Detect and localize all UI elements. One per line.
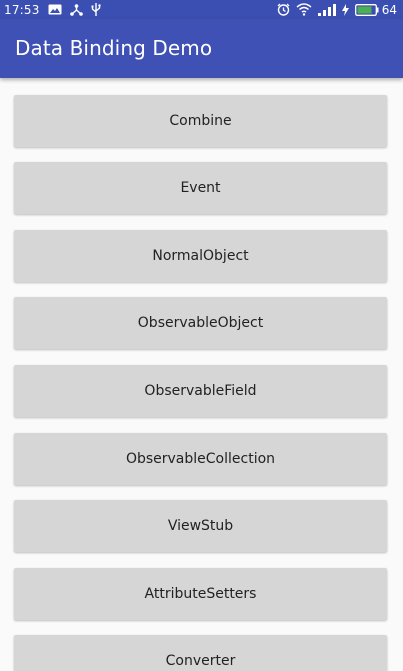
combine-button[interactable]: Combine — [14, 95, 387, 147]
signal-icon — [317, 3, 336, 16]
status-bar: 17:53 64 — [0, 0, 403, 19]
status-right: 64 — [277, 2, 397, 17]
observable-collection-button[interactable]: ObservableCollection — [14, 433, 387, 485]
button-list[interactable]: Combine Event NormalObject ObservableObj… — [0, 78, 403, 671]
alarm-icon — [277, 3, 290, 16]
battery: 64 — [354, 2, 397, 17]
battery-percent: 64 — [381, 2, 397, 17]
view-stub-button[interactable]: ViewStub — [14, 500, 387, 552]
battery-icon — [354, 3, 379, 16]
app-bar: Data Binding Demo — [0, 19, 403, 78]
event-button[interactable]: Event — [14, 162, 387, 214]
status-left: 17:53 — [4, 2, 101, 17]
wifi-icon — [296, 3, 312, 16]
charging-icon — [341, 3, 349, 16]
usb-icon — [91, 3, 101, 16]
share-icon — [69, 3, 83, 16]
gallery-icon — [48, 4, 62, 15]
normal-object-button[interactable]: NormalObject — [14, 230, 387, 282]
status-time: 17:53 — [4, 2, 40, 17]
observable-object-button[interactable]: ObservableObject — [14, 297, 387, 349]
observable-field-button[interactable]: ObservableField — [14, 365, 387, 417]
converter-button[interactable]: Converter — [14, 635, 387, 671]
attribute-setters-button[interactable]: AttributeSetters — [14, 568, 387, 620]
app-title: Data Binding Demo — [15, 36, 213, 60]
